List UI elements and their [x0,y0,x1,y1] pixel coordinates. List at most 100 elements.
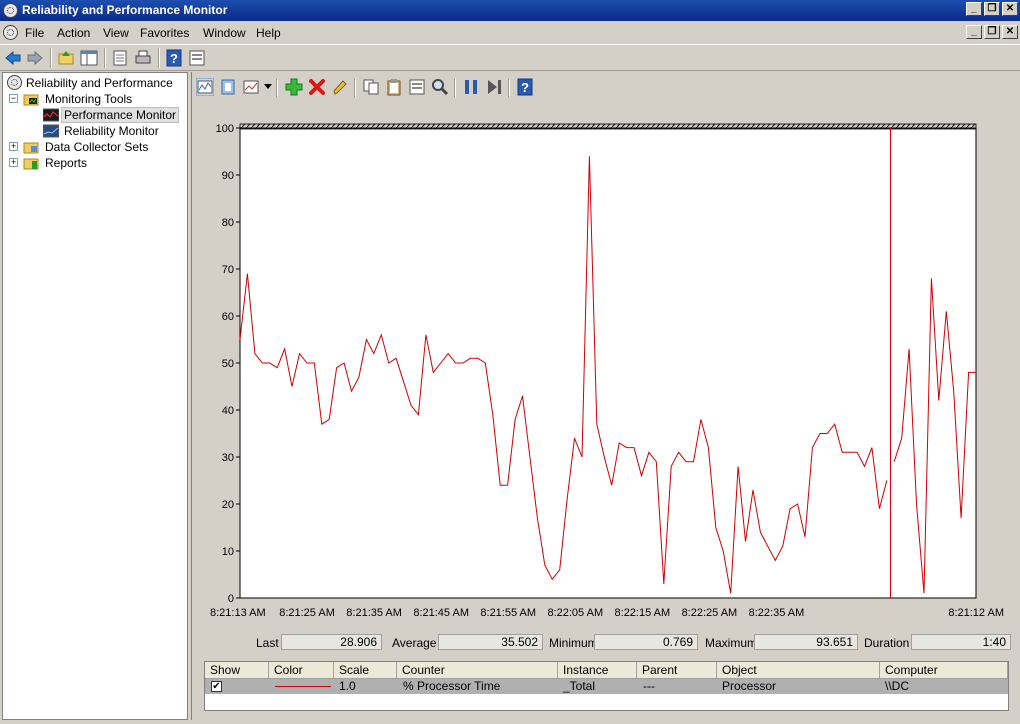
update-data-icon[interactable] [485,78,503,96]
average-label: Average [392,636,437,650]
highlight-icon[interactable] [331,78,349,96]
child-minimize-button[interactable]: _ [966,25,982,39]
maximum-value: 93.651 [754,634,858,650]
collapse-toggle[interactable]: − [9,94,18,103]
x-tick-label: 8:21:35 AM [346,607,402,619]
y-tick-label: 90 [222,170,234,182]
copy-properties-icon[interactable] [362,78,380,96]
menu-favorites[interactable]: Favorites [140,26,189,40]
column-parent[interactable]: Parent [637,662,717,679]
up-folder-icon[interactable] [57,49,75,67]
window-title: Reliability and Performance Monitor [22,3,228,17]
properties-icon[interactable] [188,49,206,67]
tree-item-monitoring-tools[interactable]: − Monitoring Tools [9,91,179,107]
zoom-magnifier-icon[interactable] [431,78,449,96]
counter-object: Processor [722,679,777,693]
mmc-system-icon[interactable] [3,25,18,40]
column-counter[interactable]: Counter [397,662,558,679]
column-color[interactable]: Color [269,662,334,679]
column-show[interactable]: Show [205,662,269,679]
y-tick-label: 70 [222,264,234,276]
performance-monitor-icon [43,108,59,122]
plot-area [239,127,977,599]
counter-name: % Processor Time [403,679,501,693]
expand-toggle[interactable]: + [9,142,18,151]
y-tick-label: 60 [222,311,234,323]
svg-text:?: ? [170,51,178,66]
monitoring-folder-icon [23,94,39,106]
delete-counter-icon[interactable] [308,78,326,96]
column-instance[interactable]: Instance [558,662,637,679]
show-checkbox[interactable]: ✔ [211,681,222,692]
help-icon[interactable]: ? [165,49,183,67]
help-icon[interactable]: ? [516,78,534,96]
graph-toolbar: ? [192,72,1020,102]
chevron-down-icon[interactable] [264,84,272,90]
counter-computer: \\DC [885,679,909,693]
x-tick-label: 8:22:05 AM [547,607,603,619]
svg-text:?: ? [521,80,529,95]
maximum-label: Maximum [705,636,758,650]
x-tick-label: 8:21:45 AM [413,607,469,619]
expand-toggle[interactable]: + [9,158,18,167]
reports-folder-icon [23,158,39,170]
child-close-button[interactable]: ✕ [1002,25,1018,39]
restore-button[interactable]: ❐ [984,2,1000,16]
close-button[interactable]: ✕ [1002,2,1018,16]
menu-window[interactable]: Window [203,26,246,40]
x-tick-label: 8:21:13 AM [210,607,266,619]
view-current-activity-icon[interactable] [196,78,214,96]
duration-value: 1:40 [911,634,1011,650]
counter-parent: --- [643,679,655,693]
counter-instance: _Total [563,679,596,693]
properties-icon[interactable] [408,78,426,96]
minimum-label: Minimum [549,636,598,650]
menu-help[interactable]: Help [256,26,281,40]
freeze-display-icon[interactable] [462,78,480,96]
y-tick-label: 50 [222,358,234,370]
value-bar: Last 28.906 Average 35.502 Minimum 0.769… [192,632,1020,656]
y-tick-label: 30 [222,452,234,464]
x-tick-label: 8:21:25 AM [279,607,335,619]
menu-view[interactable]: View [103,26,129,40]
counter-color-swatch [275,686,331,687]
y-tick-label: 20 [222,499,234,511]
child-restore-button[interactable]: ❐ [984,25,1000,39]
paste-counter-list-icon[interactable] [385,78,403,96]
column-computer[interactable]: Computer [880,662,1008,679]
export-list-icon[interactable] [111,49,129,67]
line-chart: 10090807060504030201008:21:13 AM 8:21:25 … [210,123,1004,619]
reliability-performance-icon [7,75,22,90]
menu-bar: File Action View Favorites Window Help _… [0,21,1020,44]
show-hide-console-tree-icon[interactable] [80,49,98,67]
back-arrow-icon[interactable] [4,49,22,67]
counter-list: Show Color Scale Counter Instance Parent… [204,661,1009,711]
y-tick-label: 100 [216,123,234,135]
counter-scale: 1.0 [339,679,356,693]
forward-arrow-icon[interactable] [26,49,44,67]
print-icon[interactable] [134,49,152,67]
data-collector-folder-icon [23,142,39,154]
last-label: Last [256,636,279,650]
x-tick-label: 8:21:55 AM [480,607,536,619]
console-tree: Reliability and Performance − Monitoring… [2,72,188,720]
duration-label: Duration [864,636,910,650]
main-toolbar: ? [0,44,1020,71]
last-value: 28.906 [281,634,382,650]
average-value: 35.502 [438,634,543,650]
x-tick-label: 8:22:35 AM [749,607,805,619]
menu-action[interactable]: Action [57,26,90,40]
minimize-button[interactable]: _ [966,2,982,16]
x-tick-label: 8:22:25 AM [682,607,738,619]
table-row[interactable]: ✔ 1.0 % Processor Time _Total --- Proces… [205,679,1008,694]
reliability-monitor-icon [43,124,59,138]
minimum-value: 0.769 [594,634,698,650]
add-counter-icon[interactable] [285,78,303,96]
change-graph-type-icon[interactable] [242,78,260,96]
column-object[interactable]: Object [717,662,880,679]
menu-file[interactable]: File [25,26,44,40]
x-tick-label: 8:22:15 AM [615,607,671,619]
y-tick-label: 40 [222,405,234,417]
view-log-data-icon[interactable] [219,78,237,96]
column-scale[interactable]: Scale [334,662,397,679]
